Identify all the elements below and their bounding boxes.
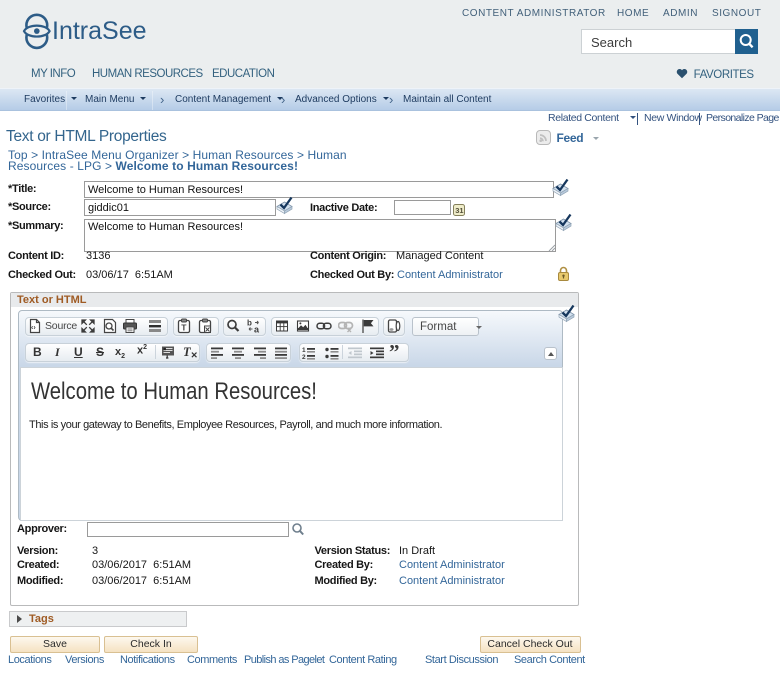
svg-text:IntraSee: IntraSee (52, 17, 147, 45)
svg-text:2: 2 (302, 354, 306, 361)
svg-text:T: T (181, 323, 187, 333)
svg-text:1: 1 (302, 347, 306, 354)
svg-text:a: a (254, 325, 260, 335)
svg-text:b: b (247, 319, 252, 328)
svg-text:31: 31 (455, 206, 463, 215)
svg-text:‹›: ‹› (31, 325, 36, 332)
